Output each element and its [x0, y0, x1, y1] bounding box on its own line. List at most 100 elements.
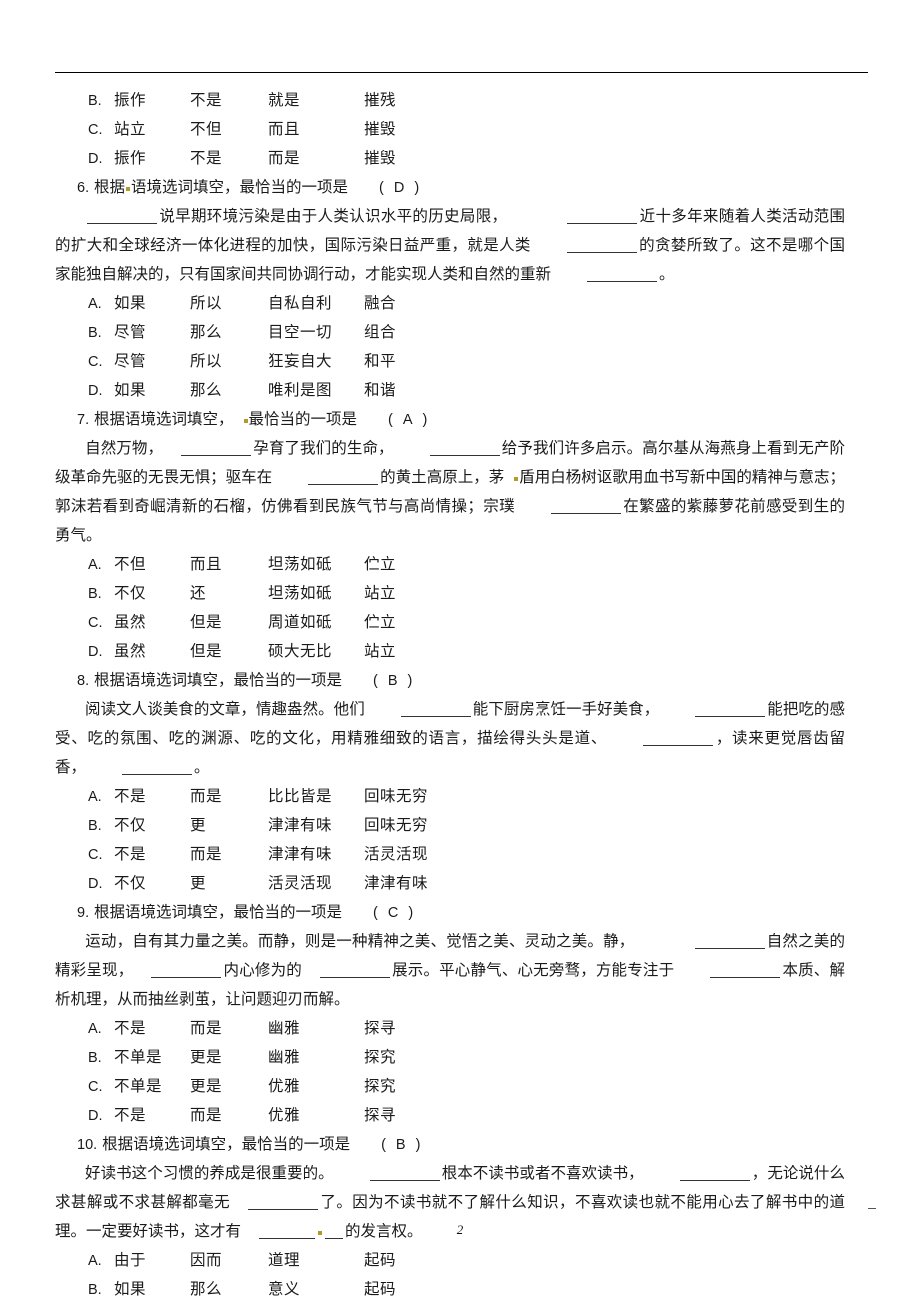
question-number: 10. [77, 1137, 98, 1153]
fill-blank[interactable] [566, 237, 637, 253]
option-col-4: 摧毁 [364, 149, 397, 167]
option-row[interactable]: B. 不仅 更 津津有味 回味无穷 [55, 811, 865, 840]
fill-blank[interactable] [151, 962, 222, 978]
option-row[interactable]: B. 振作 不是 就是 摧残 [55, 86, 865, 115]
option-letter: C. [88, 1079, 103, 1095]
paren-open: ( [388, 412, 394, 428]
option-col-3: 优雅 [268, 1077, 301, 1095]
option-col-2: 还 [190, 584, 207, 602]
option-col-2: 更 [190, 874, 207, 892]
fill-blank[interactable] [550, 498, 621, 514]
question-heading-8: 8. 根据语境选词填空，最恰当的一项是 (B) [55, 666, 865, 695]
question-heading-7: 7. 根据语境选词填空， 最恰当的一项是 (A) [55, 405, 865, 434]
fill-blank[interactable] [429, 440, 500, 456]
option-row[interactable]: B. 不单是 更是 幽雅 探究 [55, 1043, 865, 1072]
option-col-1: 虽然 [114, 642, 147, 660]
option-row[interactable]: B. 尽管 那么 目空一切 组合 [55, 318, 865, 347]
answer-value[interactable]: B [387, 1137, 416, 1153]
option-letter: B. [88, 1050, 102, 1066]
option-col-2: 那么 [190, 323, 223, 341]
page-number: 2 [456, 1222, 464, 1237]
paren-close: ) [408, 905, 415, 921]
fill-blank[interactable] [181, 440, 252, 456]
option-letter: A. [88, 1253, 102, 1269]
option-col-1: 不仅 [114, 816, 147, 834]
option-col-4: 站立 [364, 642, 397, 660]
option-col-4: 回味无穷 [364, 787, 429, 805]
question-stem-part-1: 根据语境选词填空，最恰当的一项是 [94, 671, 343, 689]
option-letter: C. [88, 615, 103, 631]
option-col-2: 不但 [190, 120, 223, 138]
fill-blank[interactable] [710, 962, 781, 978]
option-row[interactable]: A. 不是 而是 比比皆是 回味无穷 [55, 782, 865, 811]
fill-blank[interactable] [319, 962, 390, 978]
option-row[interactable]: C. 不是 而是 津津有味 活灵活现 [55, 840, 865, 869]
question-number: 8. [77, 673, 90, 689]
option-col-3: 狂妄自大 [268, 352, 333, 370]
fill-blank[interactable] [400, 701, 471, 717]
option-row[interactable]: D. 不仅 更 活灵活现 津津有味 [55, 869, 865, 898]
option-col-4: 和平 [364, 352, 397, 370]
option-row[interactable]: A. 不但 而且 坦荡如砥 伫立 [55, 550, 865, 579]
passage-segment: 内心修为的 [223, 961, 302, 979]
option-row[interactable]: A. 如果 所以 自私自利 融合 [55, 289, 865, 318]
document-page: B. 振作 不是 就是 摧残 C. 站立 不但 而且 摧毁 D. 振作 不是 而… [0, 0, 920, 1304]
answer-value[interactable]: B [379, 673, 408, 689]
question-passage-6: 说早期环境污染是由于人类认识水平的历史局限， 近十多年来随着人类活动范围的扩大和全… [55, 202, 845, 289]
option-row[interactable]: B. 如果 那么 意义 起码 [55, 1275, 865, 1304]
option-row[interactable]: C. 站立 不但 而且 摧毁 [55, 115, 865, 144]
option-row[interactable]: A. 由于 因而 道理 起码 [55, 1246, 865, 1275]
answer-value[interactable]: A [394, 412, 423, 428]
option-col-1: 尽管 [114, 352, 147, 370]
option-col-4: 站立 [364, 584, 397, 602]
option-row[interactable]: C. 虽然 但是 周道如砥 伫立 [55, 608, 865, 637]
option-col-1: 站立 [114, 120, 147, 138]
option-col-4: 探究 [364, 1048, 397, 1066]
option-row[interactable]: C. 尽管 所以 狂妄自大 和平 [55, 347, 865, 376]
option-col-4: 探究 [364, 1077, 397, 1095]
option-row[interactable]: D. 虽然 但是 硕大无比 站立 [55, 637, 865, 666]
fill-blank[interactable] [679, 1165, 750, 1181]
passage-segment: 说早期环境污染是由于人类认识水平的历史局限， [159, 207, 508, 225]
fill-blank[interactable] [248, 1194, 318, 1210]
fill-blank[interactable] [643, 730, 714, 746]
question-stem-part-1: 根据 [94, 178, 126, 196]
fill-blank[interactable] [587, 266, 658, 282]
option-col-2: 更是 [190, 1048, 223, 1066]
scan-corner-mark [868, 1208, 876, 1209]
answer-value[interactable]: C [379, 905, 408, 921]
option-col-4: 摧残 [364, 91, 397, 109]
option-letter: C. [88, 354, 103, 370]
fill-blank[interactable] [567, 208, 638, 224]
fill-blank[interactable] [87, 208, 157, 224]
answer-value[interactable]: D [385, 180, 414, 196]
question-number: 9. [77, 905, 90, 921]
option-row[interactable]: B. 不仅 还 坦荡如砥 站立 [55, 579, 865, 608]
fill-blank[interactable] [695, 701, 766, 717]
option-col-4: 组合 [364, 323, 397, 341]
option-col-2: 但是 [190, 642, 223, 660]
option-row[interactable]: D. 如果 那么 唯利是图 和谐 [55, 376, 865, 405]
option-letter: D. [88, 644, 103, 660]
passage-segment: 的黄土高原上，茅 [380, 468, 505, 486]
fill-blank[interactable] [308, 469, 379, 485]
option-letter: C. [88, 122, 103, 138]
option-col-4: 探寻 [364, 1106, 397, 1124]
option-col-4: 探寻 [364, 1019, 397, 1037]
option-row[interactable]: C. 不单是 更是 优雅 探究 [55, 1072, 865, 1101]
option-col-4: 和谐 [364, 381, 397, 399]
option-row[interactable]: A. 不是 而是 幽雅 探寻 [55, 1014, 865, 1043]
fill-blank[interactable] [369, 1165, 440, 1181]
passage-segment: 能下厨房烹饪一手好美食， [472, 700, 660, 718]
option-row[interactable]: D. 振作 不是 而是 摧毁 [55, 144, 865, 173]
question-heading-10: 10. 根据语境选词填空，最恰当的一项是 (B) [55, 1130, 865, 1159]
option-col-2: 而是 [190, 1106, 223, 1124]
option-col-2: 因而 [190, 1251, 223, 1269]
option-row[interactable]: D. 不是 而是 优雅 探寻 [55, 1101, 865, 1130]
passage-segment: 运动，自有其力量之美。而静，则是一种精神之美、觉悟之美、灵动之美。静， [85, 932, 635, 950]
fill-blank[interactable] [122, 759, 193, 775]
fill-blank[interactable] [694, 933, 765, 949]
option-col-1: 不仅 [114, 584, 147, 602]
paren-open: ( [379, 180, 385, 196]
question-passage-9: 运动，自有其力量之美。而静，则是一种精神之美、觉悟之美、灵动之美。静， 自然之美的… [55, 927, 845, 1014]
